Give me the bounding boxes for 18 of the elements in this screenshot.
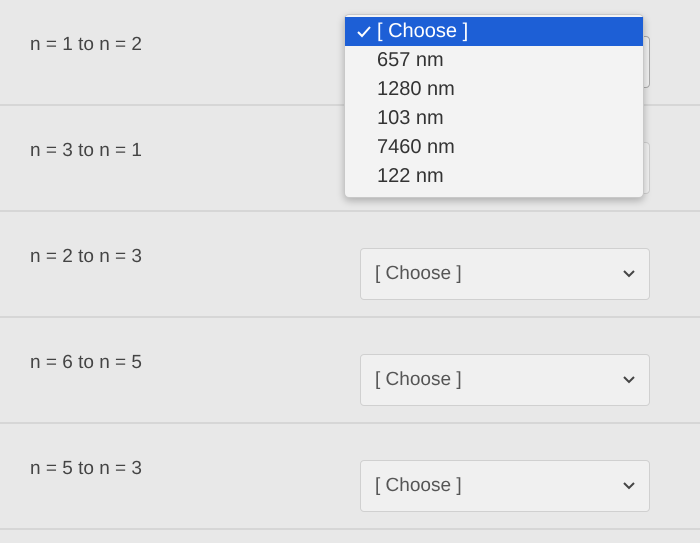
question-label: n = 2 to n = 3 xyxy=(30,245,143,268)
answer-dropdown[interactable]: [ Choose ] xyxy=(360,354,650,406)
answer-dropdown[interactable]: [ Choose ] xyxy=(360,248,650,300)
dropdown-option[interactable]: 657 nm xyxy=(345,46,643,75)
dropdown-option[interactable]: 1280 nm xyxy=(345,75,643,104)
question-label: n = 1 to n = 2 xyxy=(30,33,143,56)
checkmark-icon xyxy=(357,26,371,38)
dropdown-option[interactable]: [ Choose ] xyxy=(345,17,643,46)
question-label: n = 3 to n = 1 xyxy=(30,139,143,162)
dropdown-option[interactable]: 103 nm xyxy=(345,104,643,133)
question-label: n = 6 to n = 5 xyxy=(30,351,143,374)
question-label: n = 5 to n = 3 xyxy=(30,457,143,480)
answer-dropdown[interactable]: [ Choose ] xyxy=(360,460,650,512)
dropdown-option[interactable]: 122 nm xyxy=(345,162,643,191)
chevron-down-icon xyxy=(623,482,635,490)
chevron-down-icon xyxy=(623,270,635,278)
chevron-down-icon xyxy=(623,376,635,384)
dropdown-option[interactable]: 7460 nm xyxy=(345,133,643,162)
